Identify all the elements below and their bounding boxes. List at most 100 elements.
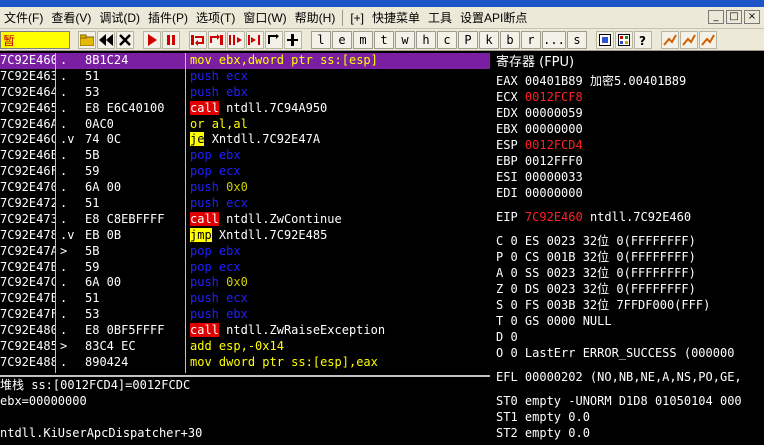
disasm-row[interactable]: 7C92E46E. 5B pop ebx: [0, 148, 490, 164]
menu-view[interactable]: 查看(V): [47, 7, 95, 29]
disasm-row[interactable]: 7C92E460. 8B1C24 mov ebx,dword ptr ss:[esp…: [0, 53, 490, 69]
menu-quickmenu[interactable]: 快捷菜单: [368, 7, 424, 29]
toolbar-call-stack-button[interactable]: k: [479, 30, 499, 49]
toolbar-source-button[interactable]: s: [567, 30, 587, 49]
mnemonic: pop: [190, 259, 212, 274]
flag-segment-line[interactable]: S 0 FS 003B 32位 7FFDF000(FFF): [492, 297, 764, 313]
plugin-tool-2-icon[interactable]: [680, 30, 698, 49]
disasm-row[interactable]: 7C92E463. 51 push ecx: [0, 69, 490, 85]
flag-segment-line[interactable]: T 0 GS 0000 NULL: [492, 313, 764, 329]
plugin-tool-1-icon[interactable]: [661, 30, 679, 49]
flag-segment-line[interactable]: D 0: [492, 329, 764, 345]
open-folder-icon[interactable]: [78, 30, 96, 49]
instruction-bytes: 6A 00: [85, 275, 122, 290]
toolbar-log-button[interactable]: l: [311, 30, 331, 49]
disasm-row[interactable]: 7C92E47B. 59 pop ecx: [0, 260, 490, 276]
toolbar-patches-button[interactable]: P: [458, 30, 478, 49]
fpu-register-line[interactable]: ST2 empty 0.0: [492, 425, 764, 441]
help-icon[interactable]: ?: [634, 30, 652, 49]
disasm-row[interactable]: 7C92E488. 890424 mov dword ptr ss:[esp],ea…: [0, 355, 490, 371]
disassembly-panel[interactable]: 7C92E460. 8B1C24 mov ebx,dword ptr ss:[esp…: [0, 53, 490, 373]
toolbar-breakpoints-button[interactable]: b: [500, 30, 520, 49]
goto-address-icon[interactable]: [284, 30, 302, 49]
register-name: EDX: [496, 106, 518, 120]
instruction-text: mov ebx,dword ptr ss:[esp]: [190, 53, 378, 69]
disasm-row[interactable]: 7C92E46C .v 74 0C je Xntdll.7C92E47A: [0, 132, 490, 148]
trace-into-icon[interactable]: [227, 30, 245, 49]
registers-panel[interactable]: 寄存器 (FPU) EAX 00401B89 加密5.00401B89 ECX 0…: [492, 53, 764, 445]
menu-options[interactable]: 选项(T): [192, 7, 239, 29]
toolbar-executable-modules-button[interactable]: e: [332, 30, 352, 49]
register-edx[interactable]: EDX 00000059: [492, 105, 764, 121]
appearance-icon[interactable]: [615, 30, 633, 49]
menu-help[interactable]: 帮助(H): [291, 7, 340, 29]
register-edi[interactable]: EDI 00000000: [492, 185, 764, 201]
step-over-icon[interactable]: [208, 30, 226, 49]
register-esi[interactable]: ESI 00000033: [492, 169, 764, 185]
instruction-text: push ecx: [190, 291, 248, 307]
toolbar-cpu-button[interactable]: c: [437, 30, 457, 49]
jump-marker: .: [60, 148, 68, 163]
mnemonic: pop: [190, 243, 212, 258]
disasm-row[interactable]: 7C92E473. E8 C8EBFFFF call ntdll.ZwContinu…: [0, 211, 490, 228]
disasm-row[interactable]: 7C92E472. 51 push ecx: [0, 196, 490, 212]
minimize-button[interactable]: _: [708, 10, 724, 24]
menu-set-api-breakpoint[interactable]: 设置API断点: [456, 7, 531, 29]
plugin-tool-3-icon[interactable]: [699, 30, 717, 49]
disasm-row[interactable]: 7C92E47C. 6A 00 push 0x0: [0, 275, 490, 291]
close-button[interactable]: ×: [744, 10, 760, 24]
register-esp[interactable]: ESP 0012FCD4: [492, 137, 764, 153]
register-eax[interactable]: EAX 00401B89 加密5.00401B89: [492, 73, 764, 89]
disasm-row[interactable]: 7C92E46F. 59 pop ecx: [0, 164, 490, 180]
run-icon[interactable]: [143, 30, 161, 49]
close-process-icon[interactable]: [116, 30, 134, 49]
menu-window[interactable]: 窗口(W): [239, 7, 290, 29]
disasm-row[interactable]: 7C92E47A >5B pop ebx: [0, 244, 490, 260]
eip-register[interactable]: EIP 7C92E460 ntdll.7C92E460: [492, 209, 764, 225]
disasm-row[interactable]: 7C92E480. E8 0BF5FFFF call ntdll.ZwRaiseEx…: [0, 323, 490, 339]
flag-segment-line[interactable]: C 0 ES 0023 32位 0(FFFFFFFF): [492, 233, 764, 249]
menu-file[interactable]: 文件(F): [0, 7, 47, 29]
instruction-address: 7C92E478: [0, 227, 55, 242]
fpu-register-line[interactable]: ST1 empty 0.0: [492, 409, 764, 425]
disasm-row[interactable]: 7C92E464. 53 push ebx: [0, 85, 490, 101]
instruction-bytes: 74 0C: [85, 132, 122, 147]
disasm-row[interactable]: 7C92E465. E8 E6C40100 call ntdll.7C94A950: [0, 100, 490, 117]
disasm-row[interactable]: 7C92E470. 6A 00 push 0x0: [0, 180, 490, 196]
toolbar-threads-button[interactable]: t: [374, 30, 394, 49]
jump-marker: .: [60, 196, 68, 211]
execute-till-return-icon[interactable]: [265, 30, 283, 49]
toolbar-run-trace-button[interactable]: ...: [542, 30, 566, 49]
toolbar-handles-button[interactable]: h: [416, 30, 436, 49]
flag-segment-line[interactable]: A 0 SS 0023 32位 0(FFFFFFFF): [492, 265, 764, 281]
toolbar-memory-map-button[interactable]: m: [353, 30, 373, 49]
toolbar-references-button[interactable]: r: [521, 30, 541, 49]
toolbar-windows-button[interactable]: w: [395, 30, 415, 49]
fpu-register-line[interactable]: ST0 empty -UNORM D1D8 01050104 000: [492, 393, 764, 409]
register-ebx[interactable]: EBX 00000000: [492, 121, 764, 137]
efl-line[interactable]: EFL 00000202 (NO,NB,NE,A,NS,PO,GE,: [492, 369, 764, 385]
jump-marker: .: [60, 68, 68, 83]
options-icon[interactable]: [596, 30, 614, 49]
disasm-row[interactable]: 7C92E478 .v EB 0B jmp Xntdll.7C92E485: [0, 227, 490, 244]
flag-segment-line[interactable]: P 0 CS 001B 32位 0(FFFFFFFF): [492, 249, 764, 265]
step-into-icon[interactable]: [189, 30, 207, 49]
menu-plugins[interactable]: 插件(P): [144, 7, 192, 29]
disasm-row[interactable]: 7C92E47F. 53 push ebx: [0, 307, 490, 323]
trace-over-icon[interactable]: [246, 30, 264, 49]
register-ecx[interactable]: ECX 0012FCF8: [492, 89, 764, 105]
menu-tools[interactable]: 工具: [424, 7, 456, 29]
flag-segment-line[interactable]: Z 0 DS 0023 32位 0(FFFFFFFF): [492, 281, 764, 297]
pause-icon[interactable]: [162, 30, 180, 49]
disasm-row[interactable]: 7C92E46A. 0AC0 or al,al: [0, 117, 490, 133]
flag-segment-line[interactable]: O 0 LastErr ERROR_SUCCESS (000000: [492, 345, 764, 361]
menu-plus[interactable]: [+]: [346, 7, 368, 29]
operands: ecx: [226, 68, 248, 83]
register-ebp[interactable]: EBP 0012FFF0: [492, 153, 764, 169]
general-registers: EAX 00401B89 加密5.00401B89 ECX 0012FCF8 ED…: [492, 73, 764, 201]
maximize-button[interactable]: □: [726, 10, 742, 24]
disasm-row[interactable]: 7C92E47E. 51 push ecx: [0, 291, 490, 307]
disasm-row[interactable]: 7C92E485 >83C4 EC add esp,-0x14: [0, 339, 490, 355]
menu-debug[interactable]: 调试(D): [95, 7, 144, 29]
rewind-icon[interactable]: [97, 30, 115, 49]
